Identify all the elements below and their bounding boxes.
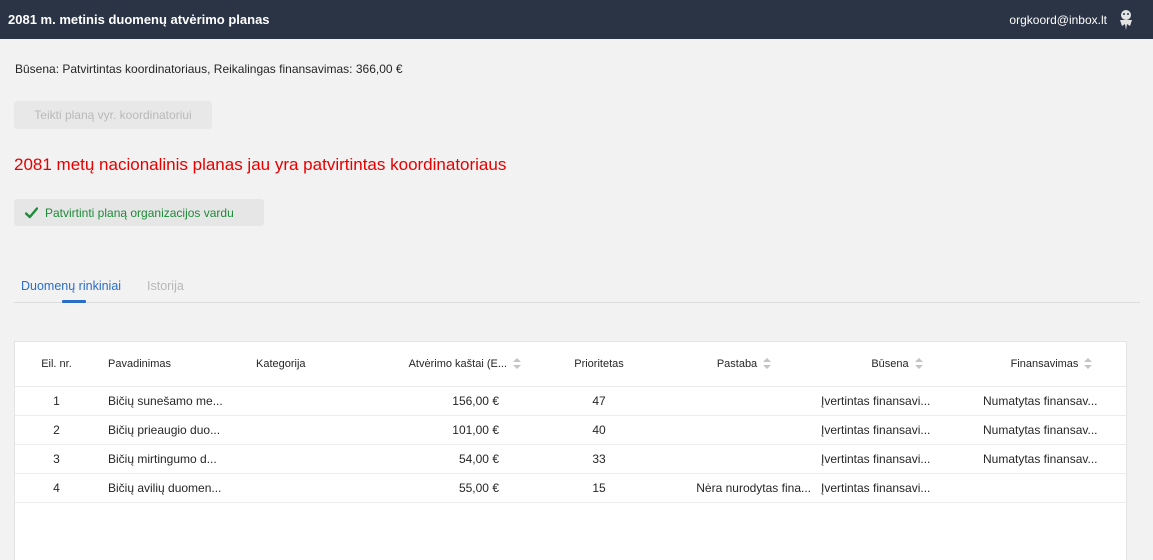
top-bar: 2081 m. metinis duomenų atvėrimo planas … bbox=[0, 0, 1153, 39]
cell-nr: 2 bbox=[15, 415, 98, 445]
cell-status: Įvertintas finansavi... bbox=[819, 444, 975, 474]
submit-plan-button[interactable]: Teikti planą vyr. koordinatoriui bbox=[14, 101, 212, 129]
approve-plan-button[interactable]: Patvirtinti planą organizacijos vardu bbox=[14, 199, 264, 226]
cell-funding: Numatytas finansav... bbox=[975, 444, 1128, 474]
cell-note: Nėra nurodytas fina... bbox=[669, 473, 819, 503]
cell-note bbox=[669, 415, 819, 445]
cell-cost: 55,00 € bbox=[366, 473, 529, 503]
table-row[interactable]: 1 Bičių sunešamo me... 156,00 € 47 Įvert… bbox=[15, 386, 1128, 416]
datasets-table: Eil. nr. Pavadinimas Kategorija Atvėrimo… bbox=[14, 341, 1128, 560]
cell-funding bbox=[975, 473, 1128, 503]
cell-priority: 33 bbox=[529, 444, 669, 474]
col-header-cost[interactable]: Atvėrimo kaštai (E... bbox=[366, 342, 529, 387]
cell-name: Bičių prieaugio duo... bbox=[98, 415, 246, 445]
tab-history[interactable]: Istorija bbox=[147, 279, 184, 293]
user-icon[interactable] bbox=[1117, 9, 1135, 31]
cell-nr: 4 bbox=[15, 473, 98, 503]
cell-note bbox=[669, 444, 819, 474]
col-header-name: Pavadinimas bbox=[98, 342, 246, 387]
app-title: 2081 m. metinis duomenų atvėrimo planas bbox=[8, 12, 270, 27]
cell-priority: 47 bbox=[529, 386, 669, 416]
cell-category bbox=[246, 386, 366, 416]
plan-status: Būsena: Patvirtintas koordinatoriaus, Re… bbox=[15, 62, 403, 76]
table-row[interactable]: 4 Bičių avilių duomen... 55,00 € 15 Nėra… bbox=[15, 473, 1128, 503]
cell-cost: 101,00 € bbox=[366, 415, 529, 445]
table-row[interactable]: 3 Bičių mirtingumo d... 54,00 € 33 Įvert… bbox=[15, 444, 1128, 474]
cell-status: Įvertintas finansavi... bbox=[819, 386, 975, 416]
tab-bar: Duomenų rinkiniai Istorija bbox=[14, 271, 1140, 303]
cell-status: Įvertintas finansavi... bbox=[819, 473, 975, 503]
cell-nr: 3 bbox=[15, 444, 98, 474]
cell-status: Įvertintas finansavi... bbox=[819, 415, 975, 445]
active-tab-indicator bbox=[62, 300, 86, 303]
cell-note bbox=[669, 386, 819, 416]
col-header-nr: Eil. nr. bbox=[15, 342, 98, 387]
col-header-priority: Prioritetas bbox=[529, 342, 669, 387]
tab-datasets[interactable]: Duomenų rinkiniai bbox=[21, 279, 121, 293]
cell-category bbox=[246, 473, 366, 503]
col-header-category: Kategorija bbox=[246, 342, 366, 387]
approve-plan-label: Patvirtinti planą organizacijos vardu bbox=[45, 205, 234, 220]
cell-funding: Numatytas finansav... bbox=[975, 415, 1128, 445]
cell-name: Bičių mirtingumo d... bbox=[98, 444, 246, 474]
sort-icon[interactable] bbox=[763, 358, 772, 370]
cell-name: Bičių sunešamo me... bbox=[98, 386, 246, 416]
sort-icon[interactable] bbox=[914, 358, 923, 370]
cell-priority: 15 bbox=[529, 473, 669, 503]
cell-priority: 40 bbox=[529, 415, 669, 445]
approved-warning: 2081 metų nacionalinis planas jau yra pa… bbox=[14, 155, 507, 174]
cell-funding: Numatytas finansav... bbox=[975, 386, 1128, 416]
table-header-row: Eil. nr. Pavadinimas Kategorija Atvėrimo… bbox=[15, 342, 1128, 387]
check-icon bbox=[25, 206, 38, 218]
sort-icon[interactable] bbox=[513, 358, 521, 370]
col-header-note[interactable]: Pastaba bbox=[669, 342, 819, 387]
table-row[interactable]: 2 Bičių prieaugio duo... 101,00 € 40 Įve… bbox=[15, 415, 1128, 445]
sort-icon[interactable] bbox=[1084, 358, 1093, 370]
col-header-status[interactable]: Būsena bbox=[819, 342, 975, 387]
col-header-funding[interactable]: Finansavimas bbox=[975, 342, 1128, 387]
user-area[interactable]: orgkoord@inbox.lt bbox=[1009, 9, 1145, 31]
cell-cost: 54,00 € bbox=[366, 444, 529, 474]
cell-name: Bičių avilių duomen... bbox=[98, 473, 246, 503]
cell-category bbox=[246, 415, 366, 445]
cell-cost: 156,00 € bbox=[366, 386, 529, 416]
cell-category bbox=[246, 444, 366, 474]
cell-nr: 1 bbox=[15, 386, 98, 416]
user-email[interactable]: orgkoord@inbox.lt bbox=[1009, 13, 1107, 27]
